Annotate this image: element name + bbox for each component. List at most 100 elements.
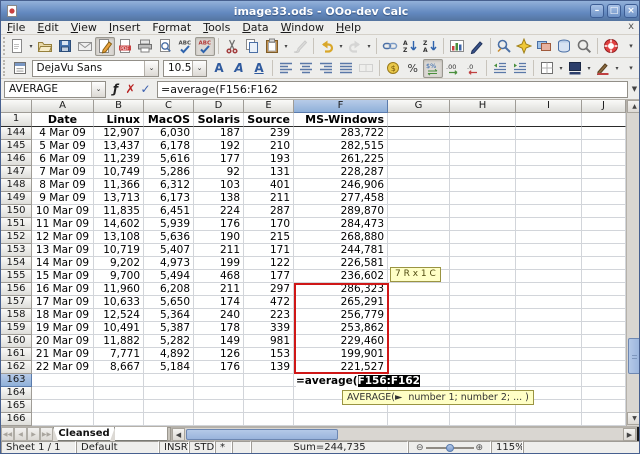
- cell[interactable]: [388, 283, 450, 296]
- menu-file[interactable]: File: [1, 21, 31, 35]
- cell[interactable]: [194, 400, 244, 413]
- cell[interactable]: 11,835: [94, 205, 144, 218]
- cell[interactable]: 226,581: [294, 257, 388, 270]
- redo-dropdown-icon[interactable]: ▾: [365, 37, 373, 56]
- cell[interactable]: [194, 413, 244, 426]
- cell[interactable]: [94, 374, 144, 387]
- cell[interactable]: 5,282: [144, 335, 194, 348]
- font-name-combo[interactable]: DejaVu Sans⌄: [32, 60, 159, 77]
- cell[interactable]: [294, 413, 388, 426]
- toolbar-overflow-icon[interactable]: ▾: [621, 37, 640, 56]
- cell[interactable]: [388, 309, 450, 322]
- cell[interactable]: [194, 387, 244, 400]
- cell[interactable]: [94, 413, 144, 426]
- cell[interactable]: [94, 400, 144, 413]
- zoom-slider-track[interactable]: [426, 447, 474, 449]
- decrease-indent-icon[interactable]: [490, 59, 510, 78]
- column-header-f[interactable]: F: [294, 100, 388, 113]
- menu-view[interactable]: View: [65, 21, 103, 35]
- borders-dropdown-icon[interactable]: ▾: [557, 59, 565, 78]
- cell[interactable]: 103: [194, 179, 244, 192]
- cell[interactable]: [388, 244, 450, 257]
- cell[interactable]: 5,650: [144, 296, 194, 309]
- cell[interactable]: [450, 283, 516, 296]
- column-header-i[interactable]: I: [516, 100, 582, 113]
- gallery-icon[interactable]: [534, 37, 554, 56]
- font-size-combo[interactable]: 10.5⌄: [163, 60, 207, 77]
- format-percent-icon[interactable]: %: [403, 59, 423, 78]
- format-paintbrush-icon[interactable]: [290, 37, 310, 56]
- navigator-icon[interactable]: [514, 37, 534, 56]
- cell[interactable]: 6,173: [144, 192, 194, 205]
- column-header-j[interactable]: J: [582, 100, 626, 113]
- cell[interactable]: 6,178: [144, 140, 194, 153]
- accept-icon[interactable]: ✓: [138, 81, 153, 98]
- cell[interactable]: [516, 127, 582, 140]
- cell[interactable]: [450, 309, 516, 322]
- increase-indent-icon[interactable]: [510, 59, 530, 78]
- cell[interactable]: [388, 296, 450, 309]
- cell[interactable]: 17 Mar 09: [32, 296, 94, 309]
- cell[interactable]: 192: [194, 140, 244, 153]
- row-header-145[interactable]: 145: [1, 140, 32, 153]
- cell[interactable]: 13,437: [94, 140, 144, 153]
- cell[interactable]: [582, 140, 626, 153]
- format-currency-icon[interactable]: $: [383, 59, 403, 78]
- cell[interactable]: 287: [244, 205, 294, 218]
- cell[interactable]: 401: [244, 179, 294, 192]
- cell[interactable]: 240: [194, 309, 244, 322]
- cell[interactable]: [582, 231, 626, 244]
- cell[interactable]: 6,451: [144, 205, 194, 218]
- row-header-154[interactable]: 154: [1, 257, 32, 270]
- insert-chart-icon[interactable]: [447, 37, 467, 56]
- copy-icon[interactable]: [242, 37, 262, 56]
- cell[interactable]: [244, 413, 294, 426]
- cell[interactable]: [450, 179, 516, 192]
- cell[interactable]: 5,286: [144, 166, 194, 179]
- cell[interactable]: 21 Mar 09: [32, 348, 94, 361]
- cell[interactable]: 283,722: [294, 127, 388, 140]
- cell[interactable]: Source: [244, 113, 294, 127]
- cell[interactable]: [388, 153, 450, 166]
- cell[interactable]: [582, 244, 626, 257]
- cell[interactable]: 6,208: [144, 283, 194, 296]
- cell[interactable]: 265,291: [294, 296, 388, 309]
- cell[interactable]: [144, 400, 194, 413]
- cell[interactable]: 11,366: [94, 179, 144, 192]
- cell[interactable]: [516, 309, 582, 322]
- cell[interactable]: 4 Mar 09: [32, 127, 94, 140]
- cancel-icon[interactable]: ✗: [123, 81, 138, 98]
- row-header-160[interactable]: 160: [1, 335, 32, 348]
- border-color-dropdown-icon[interactable]: ▾: [613, 59, 621, 78]
- cell[interactable]: [516, 179, 582, 192]
- spellcheck-icon[interactable]: ABC: [175, 37, 195, 56]
- cell[interactable]: 13,713: [94, 192, 144, 205]
- delete-decimal-icon[interactable]: .0: [463, 59, 483, 78]
- cell[interactable]: 126: [194, 348, 244, 361]
- cell[interactable]: 10,719: [94, 244, 144, 257]
- cell[interactable]: [516, 192, 582, 205]
- cell[interactable]: 6,030: [144, 127, 194, 140]
- cell[interactable]: 5,387: [144, 322, 194, 335]
- cell[interactable]: 253,862: [294, 322, 388, 335]
- cell[interactable]: [388, 322, 450, 335]
- cell[interactable]: [516, 413, 582, 426]
- background-color-dropdown-icon[interactable]: ▾: [585, 59, 593, 78]
- cell[interactable]: 199,901: [294, 348, 388, 361]
- cell[interactable]: [582, 413, 626, 426]
- column-header-g[interactable]: G: [388, 100, 450, 113]
- cell[interactable]: [582, 348, 626, 361]
- cell[interactable]: [582, 179, 626, 192]
- column-header-c[interactable]: C: [144, 100, 194, 113]
- draw-functions-icon[interactable]: [467, 37, 487, 56]
- cell[interactable]: [32, 374, 94, 387]
- cell[interactable]: [450, 166, 516, 179]
- cell[interactable]: 176: [194, 218, 244, 231]
- save-icon[interactable]: [55, 37, 75, 56]
- open-icon[interactable]: [35, 37, 55, 56]
- help-icon[interactable]: [601, 37, 621, 56]
- cell[interactable]: [450, 374, 516, 387]
- column-header-b[interactable]: B: [94, 100, 144, 113]
- previous-sheet-button[interactable]: ◀: [14, 427, 27, 441]
- cell[interactable]: 187: [194, 127, 244, 140]
